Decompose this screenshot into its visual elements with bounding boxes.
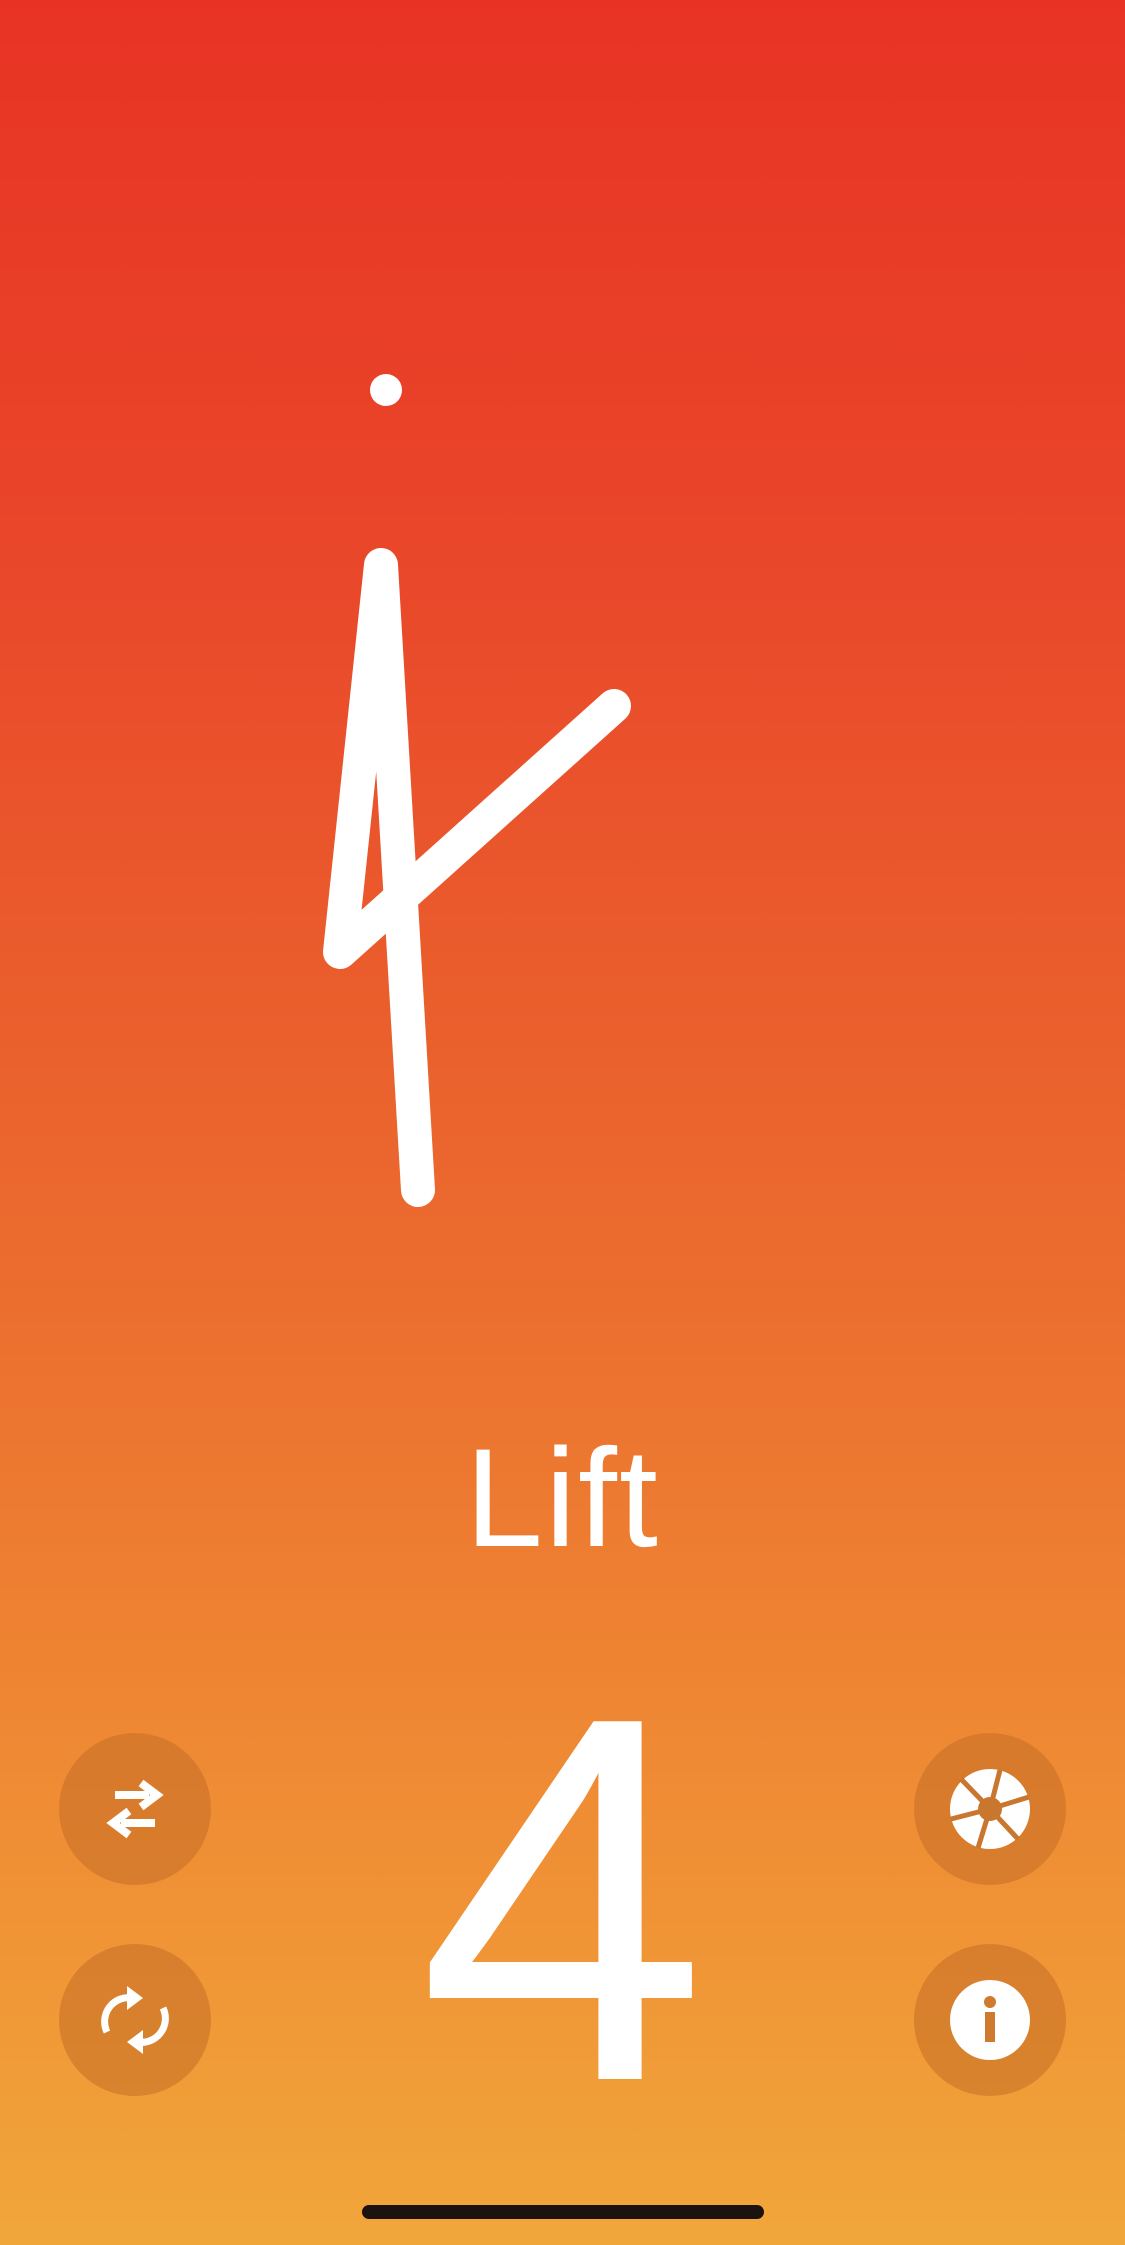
- info-icon: [950, 1980, 1030, 2060]
- camera-button[interactable]: [914, 1733, 1066, 1885]
- swap-arrows-icon: [106, 1779, 164, 1839]
- letter-stroke: [323, 548, 631, 1207]
- letter-stroke-drawing: [323, 374, 631, 1207]
- repeat-icon: [101, 1986, 169, 2054]
- camera-shutter-icon: [950, 1769, 1030, 1849]
- home-indicator[interactable]: [362, 2205, 764, 2219]
- exercise-word: Lift: [465, 1419, 660, 1576]
- swap-button[interactable]: [59, 1733, 211, 1885]
- info-button[interactable]: [914, 1944, 1066, 2096]
- repeat-button[interactable]: [59, 1944, 211, 2096]
- stroke-start-dot: [370, 374, 402, 406]
